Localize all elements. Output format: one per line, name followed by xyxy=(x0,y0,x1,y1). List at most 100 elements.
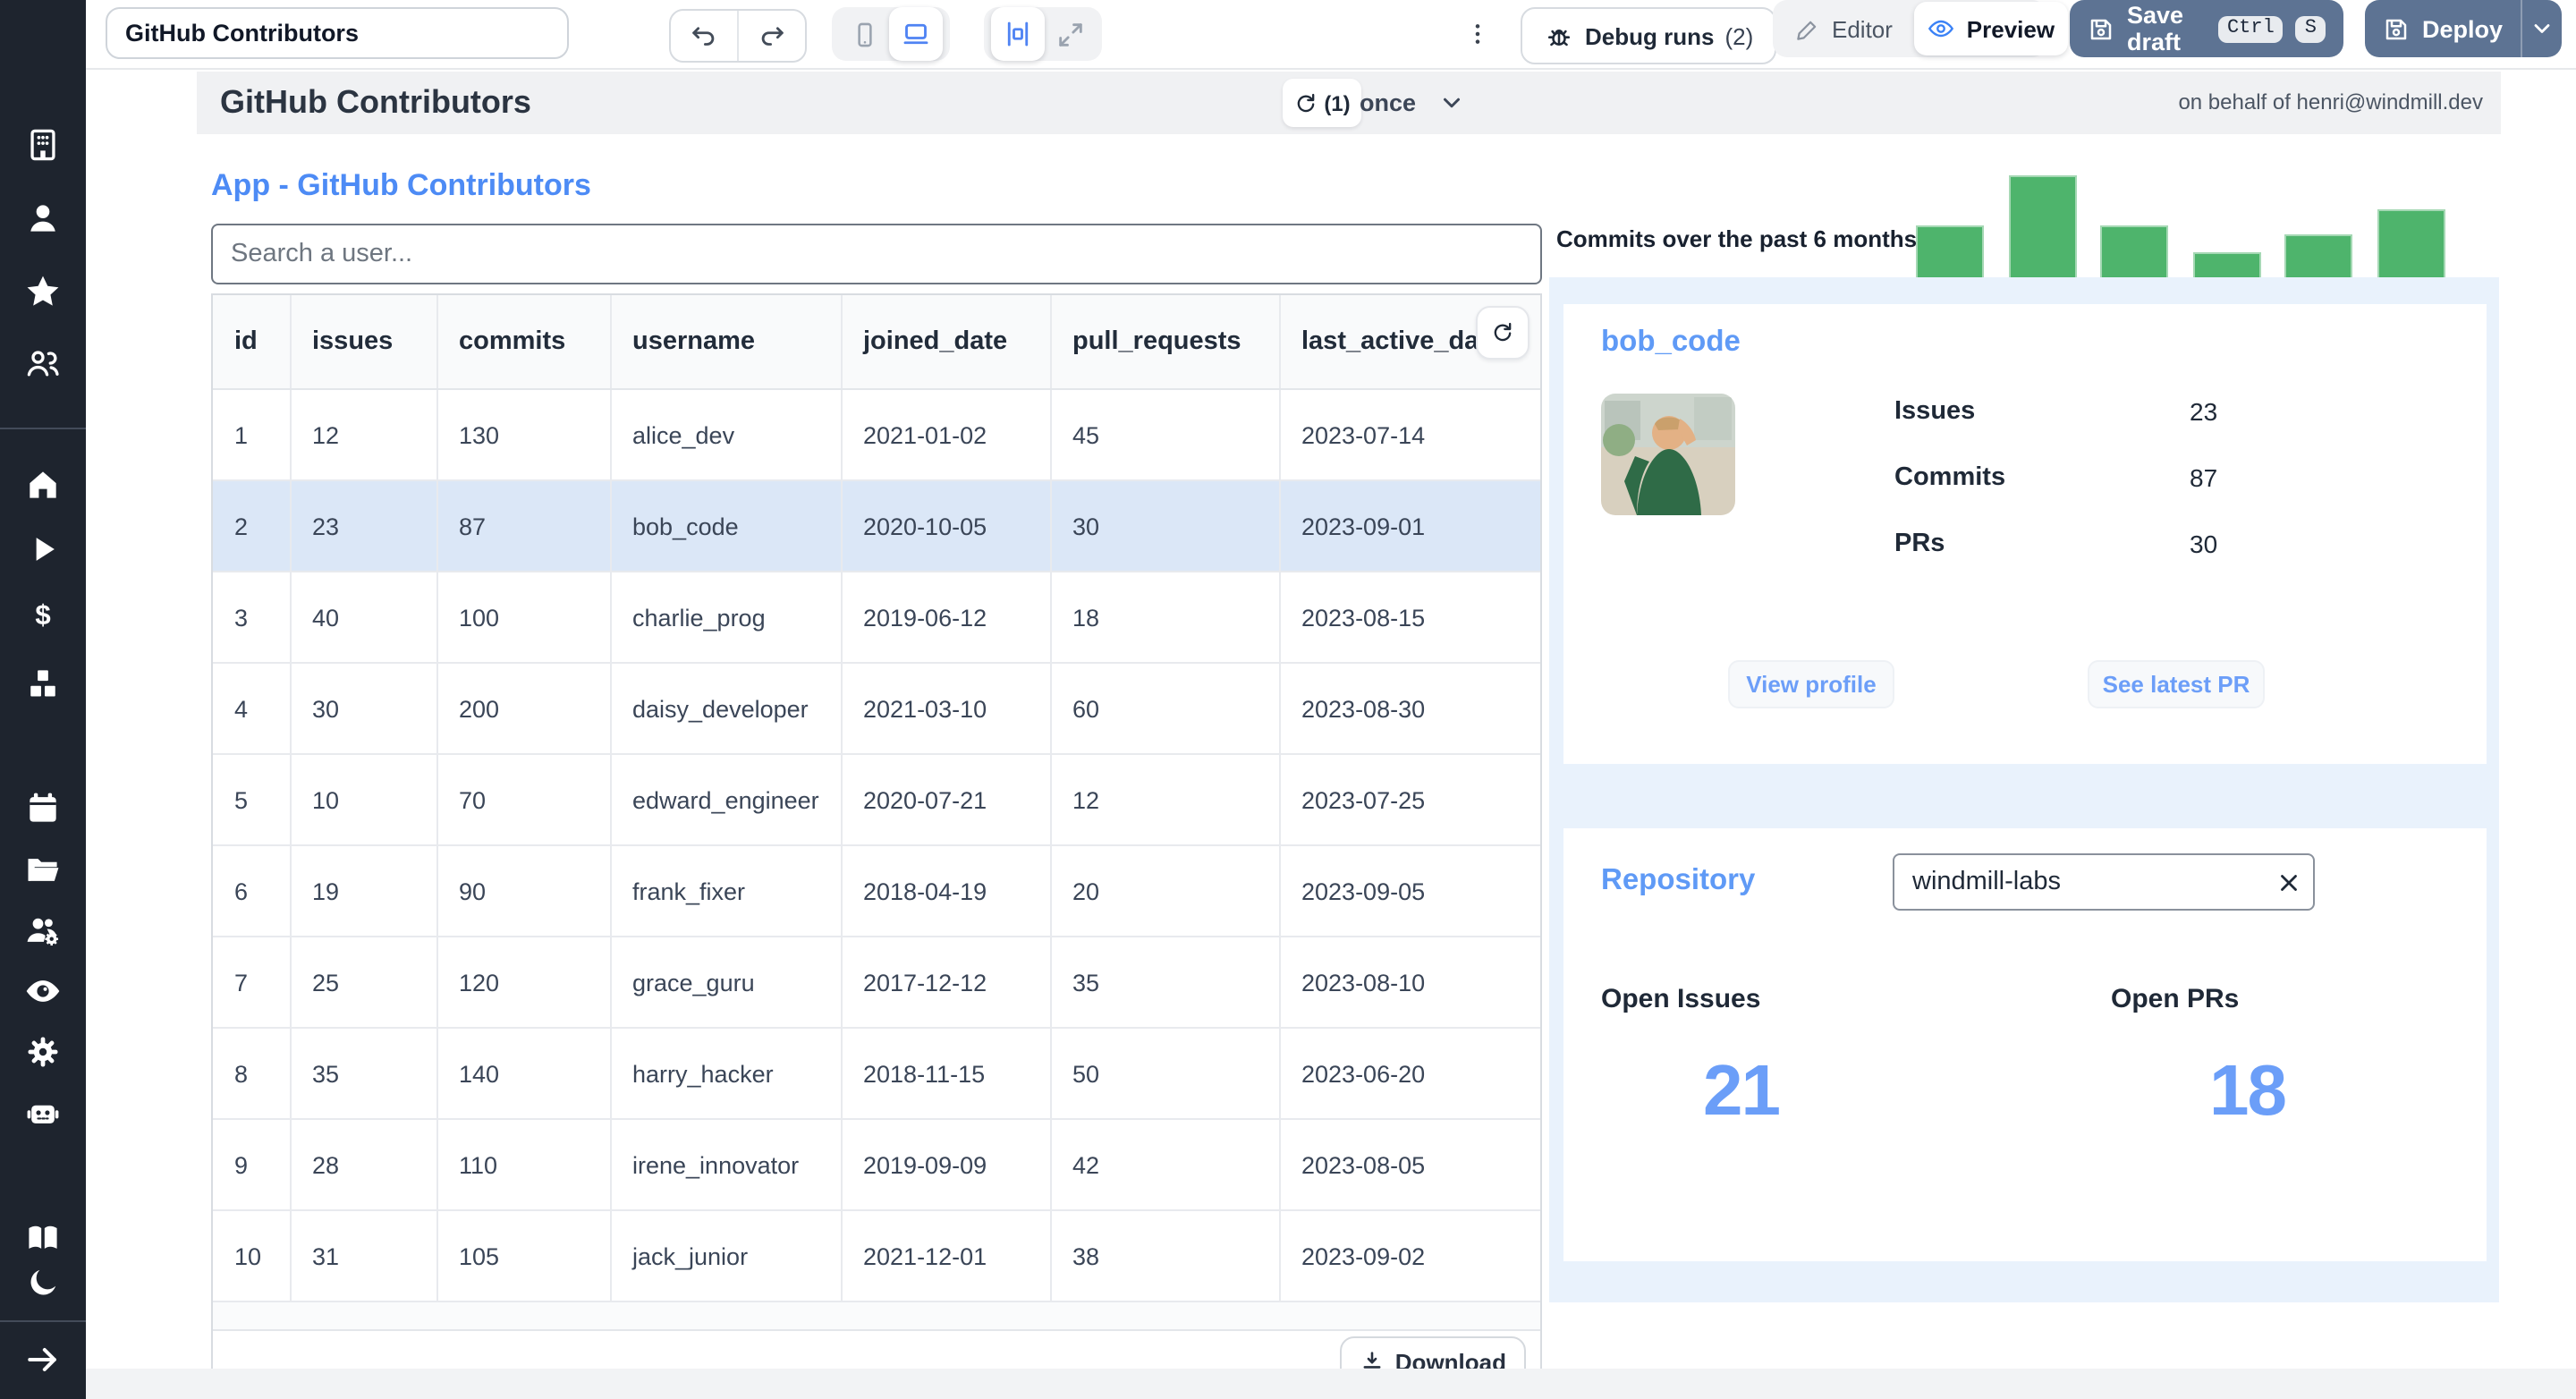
kbd-s: S xyxy=(2295,15,2326,42)
windmill-app-builder: $ GitHub Contributors Debug runs (2) Edi… xyxy=(0,0,2576,1399)
clear-icon[interactable] xyxy=(2265,857,2313,907)
svg-text:$: $ xyxy=(35,599,50,631)
debug-runs-button[interactable]: Debug runs (2) xyxy=(1521,7,1777,64)
layout-toggle-group xyxy=(984,7,1102,61)
bar xyxy=(2284,234,2352,277)
bug-icon xyxy=(1544,21,1574,51)
table-row-selected[interactable]: 2 23 87 bob_code 2020-10-05 30 2023-09-01 xyxy=(213,479,1540,572)
save-draft-label: Save draft xyxy=(2127,2,2184,55)
bar xyxy=(2100,225,2168,277)
table-refresh-button[interactable] xyxy=(1476,306,1530,360)
stat-label: Commits xyxy=(1894,463,2006,492)
eye-icon[interactable] xyxy=(0,961,86,1022)
deploy-button[interactable]: Deploy xyxy=(2365,0,2562,57)
open-issues-value: 21 xyxy=(1703,1052,1781,1131)
table-row[interactable]: 9 28 110 irene_innovator 2019-09-09 42 2023-08… xyxy=(213,1118,1540,1210)
building-icon[interactable] xyxy=(0,114,86,175)
robot-icon[interactable] xyxy=(0,1082,86,1143)
expand-icon[interactable] xyxy=(1045,9,1095,59)
column-header[interactable]: commits xyxy=(436,295,611,390)
sidebar-divider xyxy=(0,1320,86,1322)
view-profile-label: View profile xyxy=(1746,671,1877,698)
refresh-count: (1) xyxy=(1324,90,1351,115)
table-row[interactable]: 10 31 105 jack_junior 2021-12-01 38 2023-09-02 xyxy=(213,1209,1540,1301)
column-header[interactable]: username xyxy=(610,295,842,390)
home-icon[interactable] xyxy=(0,454,86,515)
users-icon[interactable] xyxy=(0,333,86,394)
folder-icon[interactable] xyxy=(0,839,86,900)
moon-icon[interactable] xyxy=(0,1252,86,1313)
play-icon[interactable] xyxy=(0,519,86,580)
repository-heading: Repository xyxy=(1601,864,1756,896)
column-header[interactable]: pull_requests xyxy=(1050,295,1280,390)
undo-button[interactable] xyxy=(671,11,737,61)
open-prs-label: Open PRs xyxy=(2111,984,2240,1014)
preview-tab[interactable]: Preview xyxy=(1913,2,2068,55)
see-latest-pr-label: See latest PR xyxy=(2102,671,2250,698)
debug-runs-count: (2) xyxy=(1724,22,1754,49)
contributors-table: id issues commits username joined_date p… xyxy=(211,293,1542,1394)
preview-label: Preview xyxy=(1966,15,2055,42)
editor-preview-toggle: Editor Preview xyxy=(1773,0,2068,57)
avatar xyxy=(1601,394,1735,515)
save-draft-button[interactable]: Save draft Ctrl S xyxy=(2070,0,2343,57)
preview-eye-icon xyxy=(1928,14,1956,43)
view-profile-button[interactable]: View profile xyxy=(1728,660,1894,708)
chevron-down-icon xyxy=(1443,98,1460,108)
column-header[interactable]: joined_date xyxy=(841,295,1051,390)
schedule-select[interactable]: once xyxy=(1360,79,1464,127)
editor-tab[interactable]: Editor xyxy=(1773,2,1914,55)
table-row[interactable]: 4 30 200 daisy_developer 2021-03-10 60 2023-08… xyxy=(213,662,1540,754)
undo-redo-group xyxy=(669,9,807,63)
table-empty-row xyxy=(213,1301,1540,1329)
stat-value: 23 xyxy=(2190,397,2218,426)
column-header[interactable]: id xyxy=(213,295,291,390)
repository-card: Repository Open Issues Open PRs 21 18 xyxy=(1563,828,2487,1261)
gear-icon[interactable] xyxy=(0,1022,86,1082)
search-input[interactable] xyxy=(211,224,1542,284)
users-settings-icon[interactable] xyxy=(0,900,86,961)
repository-input[interactable] xyxy=(1894,868,2265,896)
dollar-icon[interactable]: $ xyxy=(0,585,86,646)
see-latest-pr-button[interactable]: See latest PR xyxy=(2088,660,2265,708)
table-row[interactable]: 3 40 100 charlie_prog 2019-06-12 18 2023-08-15 xyxy=(213,571,1540,663)
app-header-bar: GitHub Contributors (1) once on behalf o… xyxy=(197,72,2501,134)
user-icon[interactable] xyxy=(0,188,86,249)
mobile-view-icon[interactable] xyxy=(839,9,889,59)
deploy-dropdown-chevron-icon[interactable] xyxy=(2521,16,2562,41)
profile-username: bob_code xyxy=(1601,326,1741,358)
commits-bar-chart xyxy=(1916,175,2445,277)
arrow-right-icon[interactable] xyxy=(0,1329,86,1390)
table-row[interactable]: 7 25 120 grace_guru 2017-12-12 35 2023-08-10 xyxy=(213,936,1540,1028)
kbd-ctrl: Ctrl xyxy=(2217,15,2284,42)
deploy-save-icon xyxy=(2383,15,2410,42)
bar xyxy=(1916,225,1984,277)
app-heading: App - GitHub Contributors xyxy=(211,168,591,202)
desktop-view-icon[interactable] xyxy=(889,7,943,61)
app-title-input[interactable] xyxy=(106,7,569,59)
chart-title: Commits over the past 6 months: xyxy=(1556,225,1925,252)
align-center-icon[interactable] xyxy=(991,7,1045,61)
editor-label: Editor xyxy=(1832,15,1893,42)
on-behalf-text: on behalf of henri@windmill.dev xyxy=(2178,89,2483,114)
table-header-row: id issues commits username joined_date p… xyxy=(213,295,1540,390)
column-header[interactable]: issues xyxy=(290,295,437,390)
bar xyxy=(2192,252,2260,277)
star-icon[interactable] xyxy=(0,261,86,322)
table-row[interactable]: 5 10 70 edward_engineer 2020-07-21 12 2023-07-… xyxy=(213,753,1540,845)
more-options-icon[interactable] xyxy=(1462,7,1494,61)
bar xyxy=(2008,175,2076,277)
table-row[interactable]: 6 19 90 frank_fixer 2018-04-19 20 2023-09-05 xyxy=(213,844,1540,937)
pencil-icon xyxy=(1794,15,1821,42)
table-row[interactable]: 8 35 140 harry_hacker 2018-11-15 50 2023-06-20 xyxy=(213,1027,1540,1119)
refresh-app-button[interactable]: (1) xyxy=(1283,79,1361,127)
sidebar-divider xyxy=(0,428,86,429)
table-row[interactable]: 1 12 130 alice_dev 2021-01-02 45 2023-07-14 xyxy=(213,389,1540,480)
calendar-icon[interactable] xyxy=(0,778,86,839)
top-toolbar: Debug runs (2) Editor Preview Save draft xyxy=(86,0,2576,70)
repository-input-wrapper xyxy=(1893,853,2315,911)
redo-button[interactable] xyxy=(737,11,805,61)
cubes-icon[interactable] xyxy=(0,653,86,714)
page-title: GitHub Contributors xyxy=(220,84,531,120)
stat-label: PRs xyxy=(1894,530,1945,558)
